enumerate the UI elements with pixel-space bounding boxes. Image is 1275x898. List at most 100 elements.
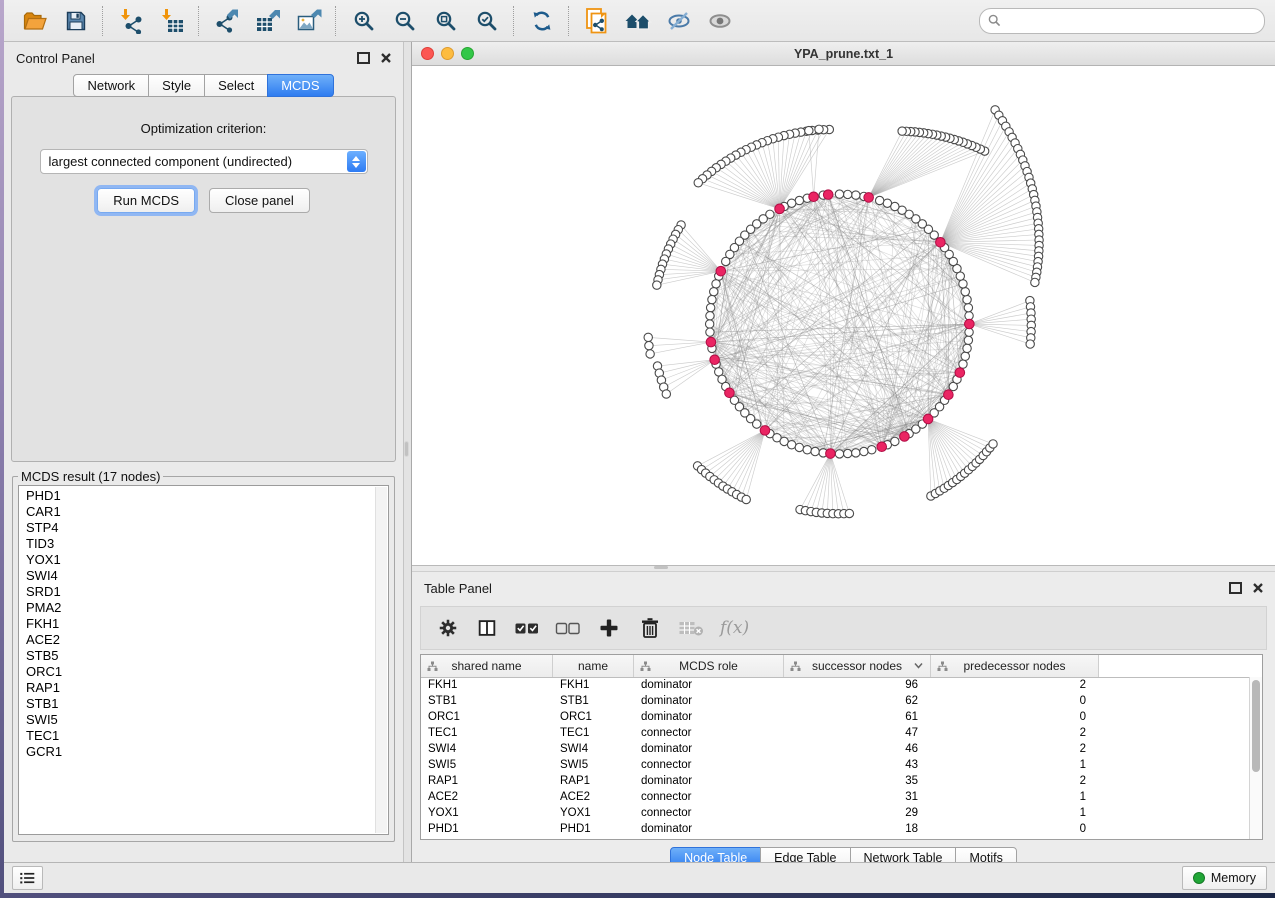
- delete-columns-button[interactable]: [634, 611, 666, 645]
- tab-style[interactable]: Style: [148, 74, 205, 97]
- result-list-item[interactable]: FKH1: [19, 616, 388, 632]
- eye-icon: [707, 9, 733, 33]
- table-row[interactable]: SWI4SWI4dominator462: [421, 741, 1250, 757]
- table-row[interactable]: TEC1TEC1connector472: [421, 725, 1250, 741]
- float-panel-icon[interactable]: [1229, 582, 1242, 594]
- splitter-handle[interactable]: [405, 442, 408, 456]
- column-header-name[interactable]: name: [553, 655, 634, 677]
- tab-select[interactable]: Select: [204, 74, 268, 97]
- hide-panel-button[interactable]: [658, 4, 699, 38]
- table-header-row: shared namenameMCDS rolesuccessor nodesp…: [421, 655, 1262, 678]
- deselect-all-rows-button[interactable]: [552, 611, 584, 645]
- column-header-predecessor-nodes[interactable]: predecessor nodes: [931, 655, 1099, 677]
- network-file-button[interactable]: [576, 4, 617, 38]
- result-list-item[interactable]: TID3: [19, 536, 388, 552]
- result-list-item[interactable]: ACE2: [19, 632, 388, 648]
- export-image-button[interactable]: [288, 4, 329, 38]
- close-panel-icon[interactable]: [1253, 583, 1263, 593]
- column-type-icon: [640, 661, 651, 672]
- mcds-result-list[interactable]: PHD1CAR1STP4TID3YOX1SWI4SRD1PMA2FKH1ACE2…: [18, 485, 389, 835]
- import-network-button[interactable]: [110, 4, 151, 38]
- table-row[interactable]: STB1STB1dominator620: [421, 693, 1250, 709]
- control-panel-header: Control Panel: [4, 42, 403, 74]
- result-list-item[interactable]: TEC1: [19, 728, 388, 744]
- table-scrollbar-thumb[interactable]: [1252, 680, 1260, 772]
- split-columns-icon: [476, 617, 498, 639]
- desktop-wallpaper: Control Panel NetworkStyleSelectMCDS Opt…: [0, 0, 1275, 898]
- vertical-splitter[interactable]: [403, 42, 412, 862]
- window-close-traffic-light[interactable]: [421, 47, 434, 60]
- float-panel-icon[interactable]: [357, 52, 370, 64]
- search-input[interactable]: [1006, 13, 1256, 29]
- table-settings-button[interactable]: [433, 611, 463, 645]
- task-history-button[interactable]: [12, 866, 43, 890]
- result-list-item[interactable]: STB1: [19, 696, 388, 712]
- close-panel-icon[interactable]: [381, 53, 391, 63]
- result-list-item[interactable]: PMA2: [19, 600, 388, 616]
- column-header-mcds-role[interactable]: MCDS role: [634, 655, 784, 677]
- result-list-item[interactable]: SWI5: [19, 712, 388, 728]
- table-scrollbar[interactable]: [1249, 677, 1262, 839]
- result-list-item[interactable]: PHD1: [19, 488, 388, 504]
- select-all-rows-button[interactable]: [511, 611, 543, 645]
- result-list-item[interactable]: SRD1: [19, 584, 388, 600]
- result-list-item[interactable]: RAP1: [19, 680, 388, 696]
- memory-status-icon: [1193, 872, 1205, 884]
- column-header-filler: [1099, 655, 1262, 677]
- split-columns-button[interactable]: [472, 611, 502, 645]
- result-list-scrollbar[interactable]: [375, 487, 387, 833]
- import-table-icon: [159, 8, 185, 34]
- app-window: Control Panel NetworkStyleSelectMCDS Opt…: [4, 0, 1275, 893]
- search-field[interactable]: [979, 8, 1265, 34]
- export-network-button[interactable]: [206, 4, 247, 38]
- show-panel-button[interactable]: [699, 4, 740, 38]
- save-session-button[interactable]: [55, 4, 96, 38]
- close-panel-button[interactable]: Close panel: [209, 188, 310, 213]
- table-row[interactable]: RAP1RAP1dominator352: [421, 773, 1250, 789]
- result-list-item[interactable]: CAR1: [19, 504, 388, 520]
- result-list-item[interactable]: STB5: [19, 648, 388, 664]
- function-builder-button[interactable]: f(x): [718, 618, 749, 638]
- houses-icon: [624, 9, 652, 33]
- result-list-item[interactable]: ORC1: [19, 664, 388, 680]
- table-row[interactable]: PHD1PHD1dominator180: [421, 821, 1250, 837]
- column-header-successor-nodes[interactable]: successor nodes: [784, 655, 931, 677]
- table-row[interactable]: YOX1YOX1connector291: [421, 805, 1250, 821]
- network-file-icon: [584, 7, 610, 35]
- run-mcds-button[interactable]: Run MCDS: [97, 188, 195, 213]
- import-table-button[interactable]: [151, 4, 192, 38]
- table-row[interactable]: ACE2ACE2connector311: [421, 789, 1250, 805]
- home-button[interactable]: [617, 4, 658, 38]
- window-minimize-traffic-light[interactable]: [441, 47, 454, 60]
- zoom-selected-button[interactable]: [466, 4, 507, 38]
- criterion-label: Optimization criterion:: [12, 121, 395, 136]
- tab-mcds[interactable]: MCDS: [267, 74, 333, 97]
- result-list-item[interactable]: GCR1: [19, 744, 388, 760]
- table-row[interactable]: ORC1ORC1dominator610: [421, 709, 1250, 725]
- refresh-button[interactable]: [521, 4, 562, 38]
- memory-button[interactable]: Memory: [1182, 866, 1267, 890]
- column-type-icon: [427, 661, 438, 672]
- add-column-button[interactable]: [593, 611, 625, 645]
- zoom-fit-button[interactable]: [425, 4, 466, 38]
- open-session-button[interactable]: [14, 4, 55, 38]
- tab-network[interactable]: Network: [73, 74, 149, 97]
- zoom-out-button[interactable]: [384, 4, 425, 38]
- export-table-button[interactable]: [247, 4, 288, 38]
- column-type-icon: [790, 661, 801, 672]
- splitter-handle[interactable]: [654, 566, 668, 569]
- criterion-select[interactable]: largest connected component (undirected): [40, 149, 368, 174]
- window-zoom-traffic-light[interactable]: [461, 47, 474, 60]
- delete-table-button[interactable]: [675, 611, 709, 645]
- result-list-item[interactable]: SWI4: [19, 568, 388, 584]
- horizontal-splitter[interactable]: [412, 565, 1275, 572]
- table-row[interactable]: SWI5SWI5connector431: [421, 757, 1250, 773]
- mcds-result-title: MCDS result (17 nodes): [18, 469, 163, 484]
- search-icon: [988, 14, 1001, 27]
- table-row[interactable]: FKH1FKH1dominator962: [421, 677, 1250, 693]
- column-header-shared-name[interactable]: shared name: [421, 655, 553, 677]
- zoom-in-button[interactable]: [343, 4, 384, 38]
- result-list-item[interactable]: STP4: [19, 520, 388, 536]
- result-list-item[interactable]: YOX1: [19, 552, 388, 568]
- network-canvas-svg[interactable]: [412, 66, 1275, 565]
